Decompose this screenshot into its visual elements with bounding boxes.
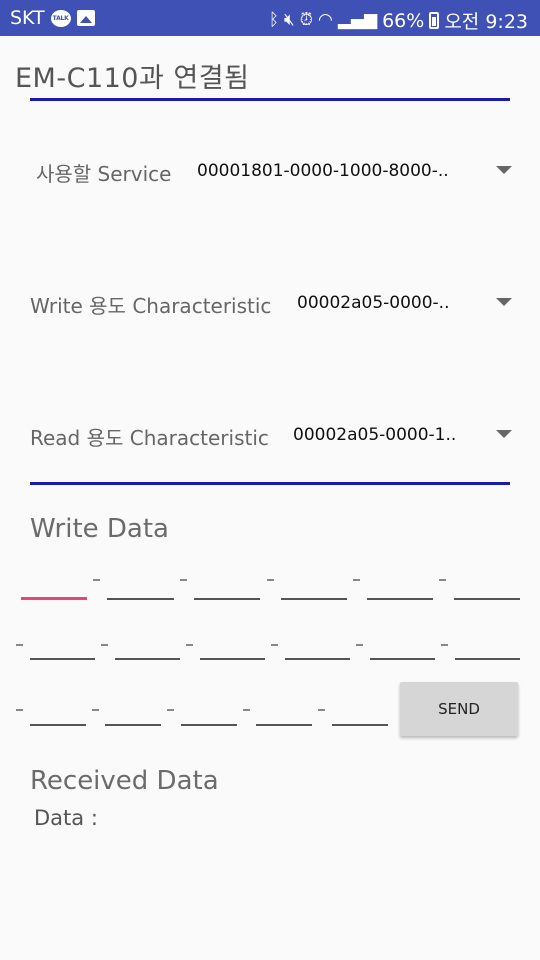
separator — [243, 709, 250, 711]
hex-input-field[interactable] — [256, 696, 312, 726]
hex-input-field[interactable] — [455, 630, 520, 660]
hex-input-field[interactable] — [30, 696, 86, 726]
alarm-icon: ⏰︎ — [299, 10, 314, 30]
data-label-text: Data : — [34, 806, 98, 830]
separator — [180, 579, 187, 581]
chevron-down-icon — [496, 298, 512, 306]
hex-input-field[interactable] — [200, 630, 265, 660]
separator — [271, 644, 278, 646]
received-data-title: Received Data — [30, 766, 219, 796]
read-characteristic-spinner[interactable]: Read 용도 Characteristic 00002a05-0000-1.. — [0, 414, 540, 454]
image-notification-icon — [76, 10, 95, 26]
write-characteristic-label: Write 용도 Characteristic — [30, 294, 272, 318]
status-bar-right: ᛒ 🔇︎ ⏰︎ ◠ ▂▄▆ 66% 오전 9:23 — [269, 7, 528, 34]
separator — [441, 644, 448, 646]
write-data-title: Write Data — [30, 514, 169, 544]
chevron-down-icon — [496, 166, 512, 174]
separator — [267, 579, 274, 581]
separator — [439, 579, 446, 581]
separator — [16, 709, 23, 711]
status-bar: SKT TALK ᛒ 🔇︎ ⏰︎ ◠ ▂▄▆ 66% 오전 9:23 — [0, 0, 540, 36]
hex-input-field[interactable] — [281, 570, 347, 600]
separator — [318, 709, 325, 711]
wifi-icon: ◠ — [318, 10, 333, 30]
received-data-label: Data : — [34, 806, 98, 830]
separator — [167, 709, 174, 711]
hex-input-field[interactable] — [30, 630, 95, 660]
battery-percent: 66% — [382, 9, 425, 32]
hex-input-field[interactable] — [332, 696, 388, 726]
separator — [353, 579, 360, 581]
hex-input-field[interactable] — [107, 570, 174, 600]
service-spinner-label: 사용할 Service — [36, 162, 172, 186]
mute-icon: 🔇︎ — [284, 10, 295, 30]
hex-input-field[interactable] — [105, 696, 161, 726]
hex-input-field[interactable] — [115, 630, 180, 660]
status-bar-left: SKT TALK — [10, 7, 95, 29]
separator — [186, 644, 193, 646]
write-characteristic-value: 00002a05-0000-.. — [297, 293, 450, 313]
hex-input-field[interactable] — [21, 570, 87, 600]
write-characteristic-spinner[interactable]: Write 용도 Characteristic 00002a05-0000-.. — [0, 282, 540, 322]
title-divider — [30, 98, 510, 101]
clock: 오전 9:23 — [444, 11, 528, 33]
spinner-divider — [30, 482, 510, 485]
carrier-label: SKT — [10, 7, 45, 29]
bluetooth-icon: ᛒ — [268, 10, 280, 30]
read-characteristic-label: Read 용도 Characteristic — [30, 426, 269, 450]
separator — [92, 709, 99, 711]
read-characteristic-value: 00002a05-0000-1.. — [293, 425, 457, 445]
battery-icon — [429, 12, 440, 29]
separator — [101, 644, 108, 646]
service-spinner-value: 00001801-0000-1000-8000-.. — [197, 161, 449, 181]
chevron-down-icon — [496, 430, 512, 438]
hex-input-field[interactable] — [454, 570, 520, 600]
hex-input-field[interactable] — [367, 570, 433, 600]
service-spinner[interactable]: 사용할 Service 00001801-0000-1000-8000-.. — [0, 150, 540, 190]
separator — [356, 644, 363, 646]
hex-input-field[interactable] — [194, 570, 260, 600]
page-title: EM-C110과 연결됨 — [15, 63, 250, 94]
separator — [93, 579, 100, 581]
hex-input-field[interactable] — [285, 630, 350, 660]
separator — [16, 644, 23, 646]
hex-input-field[interactable] — [181, 696, 237, 726]
signal-icon: ▂▄▆ — [337, 10, 378, 30]
kakaotalk-icon: TALK — [50, 9, 71, 27]
hex-input-field[interactable] — [370, 630, 435, 660]
send-button[interactable]: SEND — [400, 682, 518, 736]
